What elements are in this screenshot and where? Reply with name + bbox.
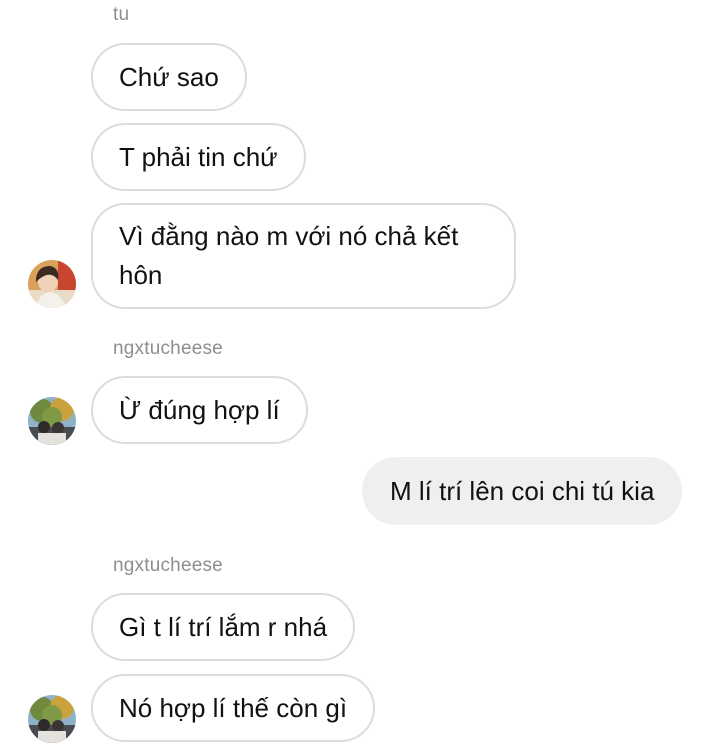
message-text: Gì t lí trí lắm r nhá bbox=[119, 612, 328, 642]
message-bubble-incoming[interactable]: Gì t lí trí lắm r nhá bbox=[91, 593, 356, 661]
avatar-photo-group-icon bbox=[28, 695, 76, 743]
message-bubble-incoming[interactable]: T phải tin chứ bbox=[91, 123, 306, 191]
message-bubble-incoming[interactable]: Chứ sao bbox=[91, 43, 247, 111]
message-text: Ừ đúng hợp lí bbox=[119, 395, 280, 425]
sender-name: ngxtucheese bbox=[113, 338, 223, 359]
avatar-photo-group-icon bbox=[28, 397, 76, 445]
avatar[interactable] bbox=[28, 260, 76, 308]
avatar[interactable] bbox=[28, 397, 76, 445]
message-bubble-incoming[interactable]: Ừ đúng hợp lí bbox=[91, 376, 308, 444]
avatar[interactable] bbox=[28, 695, 76, 743]
avatar-photo-person-icon bbox=[28, 260, 76, 308]
message-text: Nó hợp lí thế còn gì bbox=[119, 693, 348, 723]
message-text-line: Vì đằng nào m với nó chả kết bbox=[119, 221, 459, 251]
message-text: Chứ sao bbox=[119, 62, 219, 92]
sender-name: ngxtucheese bbox=[113, 555, 223, 576]
sender-name-tu: tu bbox=[113, 4, 130, 25]
message-text: M lí trí lên coi chi tú kia bbox=[390, 476, 655, 506]
message-text-line: hôn bbox=[119, 260, 163, 290]
message-bubble-incoming[interactable]: Nó hợp lí thế còn gì bbox=[91, 674, 376, 742]
message-bubble-incoming[interactable]: Vì đằng nào m với nó chả kết hôn bbox=[91, 203, 516, 309]
message-text: T phải tin chứ bbox=[119, 142, 278, 172]
message-bubble-outgoing[interactable]: M lí trí lên coi chi tú kia bbox=[362, 457, 683, 525]
